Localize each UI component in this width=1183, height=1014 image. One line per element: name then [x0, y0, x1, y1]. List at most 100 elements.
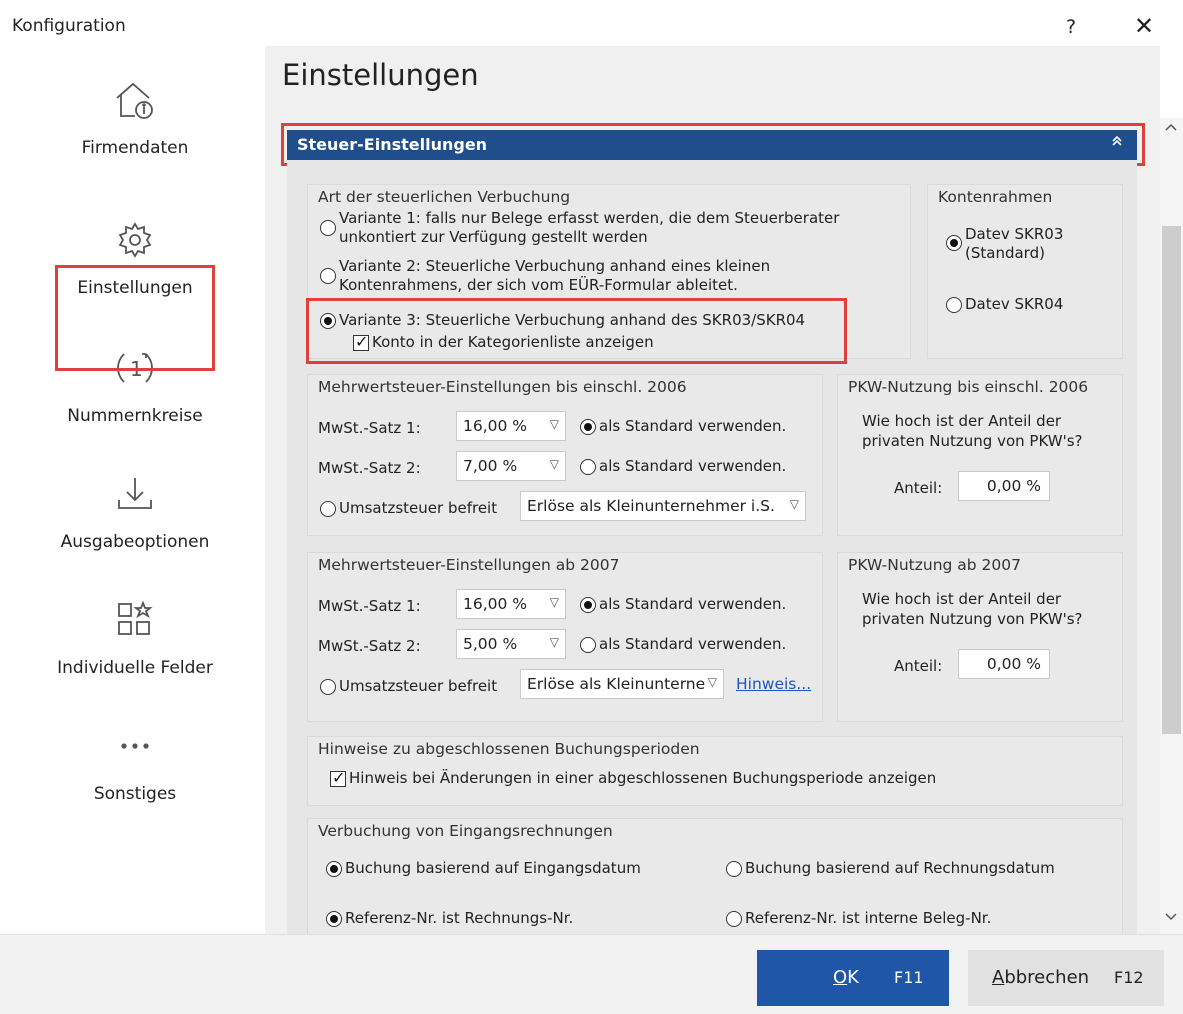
group-pkw-2006: PKW-Nutzung bis einschl. 2006 Wie hoch i… [837, 374, 1123, 536]
ok-button[interactable]: OK F11 [757, 950, 949, 1006]
pkw-question: Wie hoch ist der Anteil der privaten Nut… [862, 412, 1083, 450]
befreit-select[interactable]: Erlöse als Kleinunternehmer i.S. ▽ [520, 491, 806, 521]
chevron-down-icon: ▽ [549, 595, 559, 609]
cancel-shortcut: F12 [1114, 968, 1144, 987]
radio-circle[interactable] [320, 268, 336, 284]
mwst-satz2-select[interactable]: 5,00 % ▽ [456, 629, 566, 659]
variante-2-radio[interactable]: Variante 2: Steuerliche Verbuchung anhan… [320, 257, 810, 295]
radio-circle[interactable] [320, 501, 336, 517]
radio-circle[interactable] [580, 459, 596, 475]
mwst-satz1-select[interactable]: 16,00 % ▽ [456, 589, 566, 619]
group-title: Verbuchung von Eingangsrechnungen [318, 822, 613, 840]
buchung-eingangsdatum-radio[interactable]: Buchung basierend auf Eingangsdatum [326, 859, 706, 878]
anteil-label: Anteil: [894, 657, 943, 675]
pkw-question: Wie hoch ist der Anteil der privaten Nut… [862, 590, 1083, 628]
perioden-hinweis-checkbox[interactable]: Hinweis bei Änderungen in einer abgeschl… [330, 768, 1030, 788]
datev-skr03-radio[interactable]: Datev SKR03 (Standard) [946, 225, 1096, 263]
group-kontenrahmen: Kontenrahmen Datev SKR03 (Standard) Date… [927, 184, 1123, 359]
group-title: Mehrwertsteuer-Einstellungen ab 2007 [318, 556, 620, 574]
satz2-standard-radio[interactable]: als Standard verwenden. [580, 635, 820, 654]
group-title: Kontenrahmen [938, 188, 1053, 206]
mwst-satz2-select[interactable]: 7,00 % ▽ [456, 451, 566, 481]
sidebar-item-label: Individuelle Felder [57, 658, 213, 678]
radio-circle[interactable] [580, 597, 596, 613]
umsatzsteuer-befreit-radio[interactable]: Umsatzsteuer befreit [320, 677, 520, 696]
sidebar-item-label: Sonstiges [93, 784, 177, 804]
sidebar-item-label: Firmendaten [81, 138, 189, 158]
radio-circle[interactable] [726, 861, 742, 877]
chevron-down-icon: ▽ [789, 497, 799, 511]
group-title: PKW-Nutzung ab 2007 [848, 556, 1022, 574]
radio-circle[interactable] [326, 911, 342, 927]
sidebar-item-firmendaten[interactable]: Firmendaten [0, 76, 270, 158]
anteil-input[interactable]: 0,00 % [958, 471, 1050, 501]
radio-circle[interactable] [326, 861, 342, 877]
mwst-satz1-label: MwSt.-Satz 1: [318, 419, 421, 437]
hinweis-link[interactable]: Hinweis... [736, 675, 811, 693]
referenz-belegnr-radio[interactable]: Referenz-Nr. ist interne Beleg-Nr. [726, 909, 1106, 928]
download-icon [0, 470, 270, 518]
grid-star-icon [0, 596, 270, 644]
radio-circle[interactable] [946, 235, 962, 251]
umsatzsteuer-befreit-radio[interactable]: Umsatzsteuer befreit [320, 499, 520, 518]
radio-circle[interactable] [320, 679, 336, 695]
buchung-rechnungsdatum-radio[interactable]: Buchung basierend auf Rechnungsdatum [726, 859, 1106, 878]
datev-skr04-radio[interactable]: Datev SKR04 [946, 295, 1096, 314]
ok-shortcut: F11 [894, 968, 924, 987]
radio-circle[interactable] [580, 637, 596, 653]
chevron-down-icon: ▽ [549, 417, 559, 431]
ok-accelerator: O [833, 967, 848, 988]
settings-content: Art der steuerlichen Verbuchung Variante… [287, 160, 1137, 934]
group-buchungsperioden: Hinweise zu abgeschlossenen Buchungsperi… [307, 736, 1123, 806]
chevron-down-icon: ▽ [707, 675, 717, 689]
sidebar-item-sonstiges[interactable]: Sonstiges [0, 722, 270, 804]
checkbox-box[interactable] [330, 768, 346, 787]
mwst-satz1-select[interactable]: 16,00 % ▽ [456, 411, 566, 441]
group-mwst-2006: Mehrwertsteuer-Einstellungen bis einschl… [307, 374, 823, 536]
sidebar-item-label: Nummernkreise [67, 406, 203, 426]
cancel-label-rest: bbrechen [1004, 967, 1090, 988]
satz1-standard-radio[interactable]: als Standard verwenden. [580, 595, 820, 614]
radio-circle[interactable] [726, 911, 742, 927]
sidebar-highlight-frame [55, 265, 215, 371]
ok-label-rest: K [847, 967, 859, 988]
gear-icon [0, 216, 270, 264]
referenz-rechnungsnr-radio[interactable]: Referenz-Nr. ist Rechnungs-Nr. [326, 909, 706, 928]
befreit-select[interactable]: Erlöse als Kleinunterne ▽ [520, 669, 724, 699]
group-title: PKW-Nutzung bis einschl. 2006 [848, 378, 1089, 396]
group-title: Hinweise zu abgeschlossenen Buchungsperi… [318, 740, 700, 758]
cancel-accelerator: A [992, 967, 1005, 988]
scroll-down-icon[interactable] [1165, 910, 1177, 926]
home-info-icon [0, 76, 270, 124]
help-button[interactable]: ? [1066, 16, 1076, 38]
sidebar-item-ausgabeoptionen[interactable]: Ausgabeoptionen [0, 470, 270, 552]
group-mwst-2007: Mehrwertsteuer-Einstellungen ab 2007 MwS… [307, 552, 823, 722]
main-panel: Einstellungen Steuer-Einstellungen Art d… [265, 46, 1160, 934]
sidebar-item-label: Ausgabeoptionen [60, 532, 210, 552]
group-title: Art der steuerlichen Verbuchung [318, 188, 571, 206]
group-eingangsrechnungen: Verbuchung von Eingangsrechnungen Buchun… [307, 818, 1123, 934]
scroll-up-icon[interactable] [1165, 120, 1177, 136]
mwst-satz2-label: MwSt.-Satz 2: [318, 459, 421, 477]
mwst-satz1-label: MwSt.-Satz 1: [318, 597, 421, 615]
sidebar-item-individuelle-felder[interactable]: Individuelle Felder [0, 596, 270, 678]
variant3-highlight-frame [306, 298, 847, 364]
radio-circle[interactable] [946, 297, 962, 313]
radio-circle[interactable] [580, 419, 596, 435]
satz2-standard-radio[interactable]: als Standard verwenden. [580, 457, 820, 476]
chevron-down-icon: ▽ [549, 635, 559, 649]
anteil-label: Anteil: [894, 479, 943, 497]
more-dots-icon [0, 722, 270, 770]
mwst-satz2-label: MwSt.-Satz 2: [318, 637, 421, 655]
close-button[interactable]: ✕ [1134, 12, 1154, 40]
anteil-input[interactable]: 0,00 % [958, 649, 1050, 679]
variante-1-radio[interactable]: Variante 1: falls nur Belege erfasst wer… [320, 209, 880, 247]
radio-circle[interactable] [320, 220, 336, 236]
window-title: Konfiguration [12, 16, 126, 36]
chevron-down-icon: ▽ [549, 457, 559, 471]
scrollbar-thumb[interactable] [1162, 226, 1181, 734]
group-title: Mehrwertsteuer-Einstellungen bis einschl… [318, 378, 687, 396]
cancel-button[interactable]: Abbrechen F12 [968, 950, 1164, 1006]
title-bar: Konfiguration ? ✕ [0, 0, 1183, 46]
satz1-standard-radio[interactable]: als Standard verwenden. [580, 417, 820, 436]
